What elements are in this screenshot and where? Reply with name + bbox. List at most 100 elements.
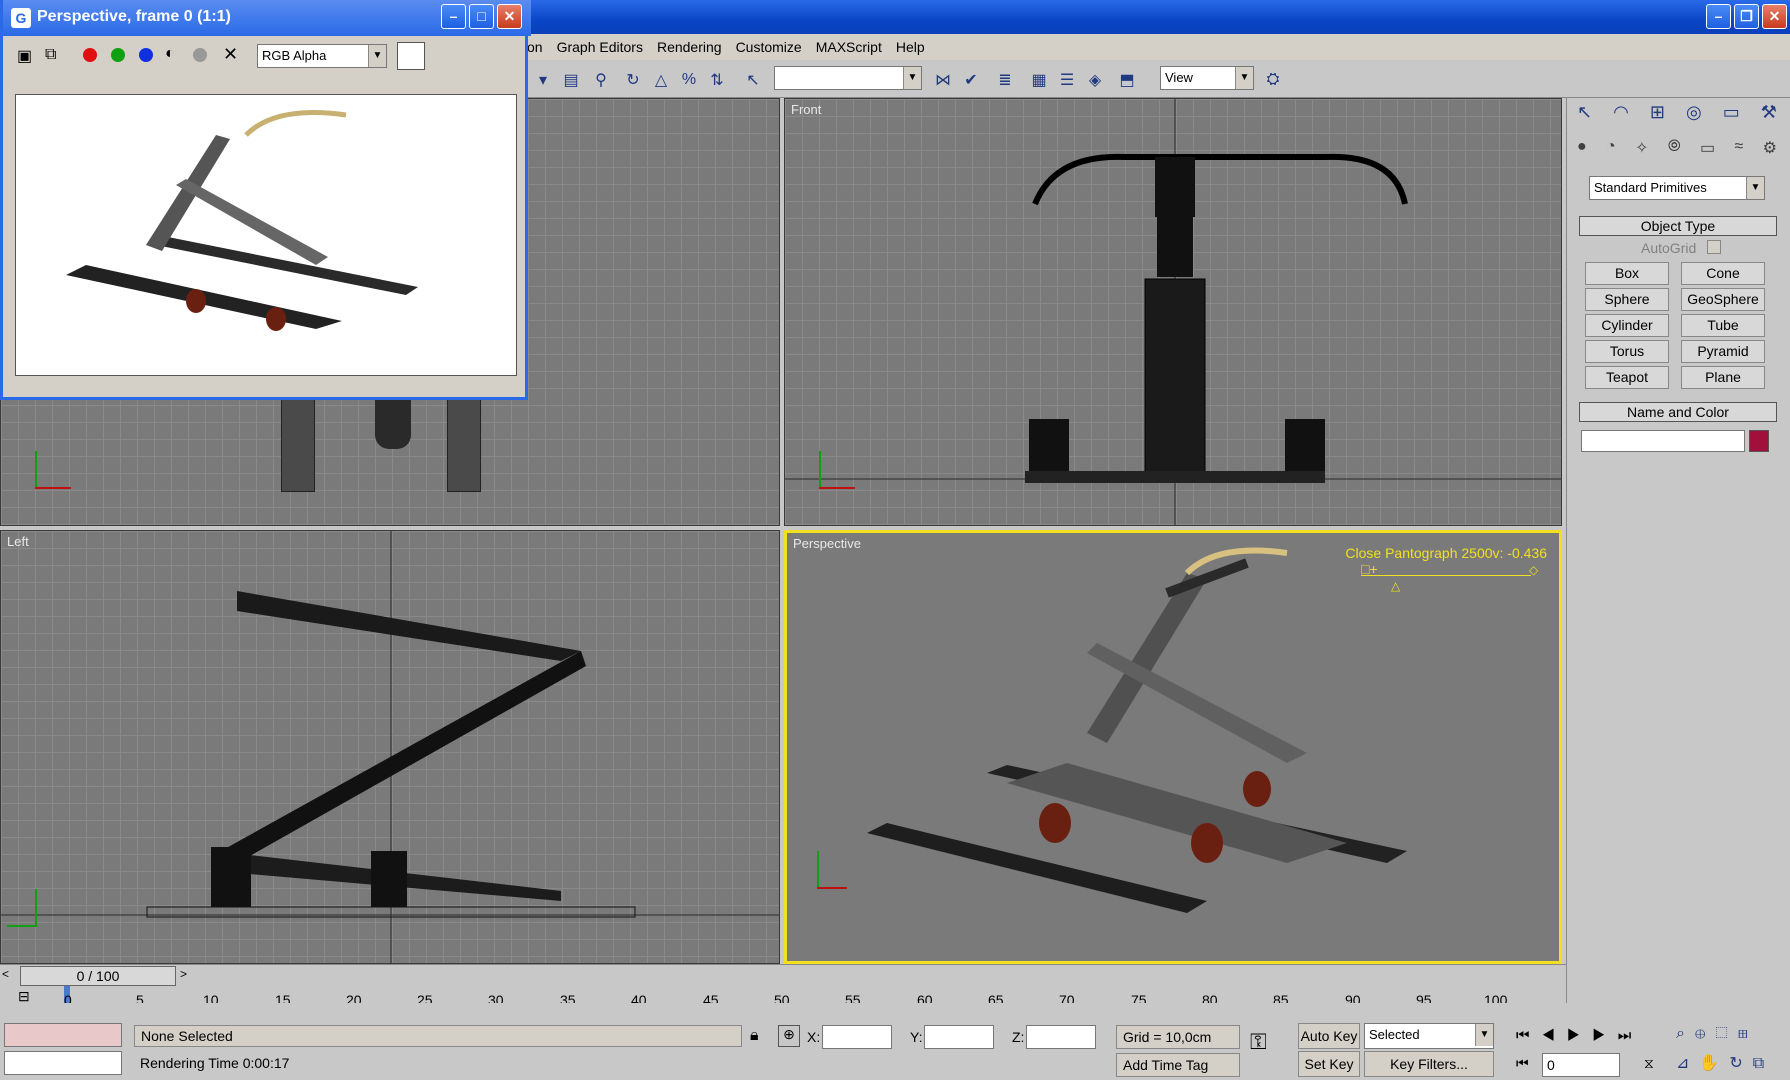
named-selection-icon[interactable]: ↖ [742,69,764,91]
schematic-icon[interactable]: ☰ [1056,69,1078,91]
systems-icon[interactable]: ⚙ [1763,138,1777,164]
zoom-extents-icon[interactable]: ⬚ [1715,1025,1737,1042]
viewport-front[interactable]: Front [784,98,1562,526]
color-swatch[interactable] [397,42,425,70]
viewport-left[interactable]: Left [0,530,780,964]
go-to-start-icon[interactable]: ⏮ [1516,1027,1542,1044]
spacewarps-icon[interactable]: ≈ [1734,138,1743,164]
next-frame-icon[interactable]: ▶ [1592,1027,1617,1044]
zoom-extents-all-icon[interactable]: ⊞ [1738,1025,1758,1042]
link-icon[interactable]: ⚲ [590,69,612,91]
percent-snap-icon[interactable]: % [678,69,700,91]
modify-tab-icon[interactable]: ◠ [1613,102,1629,130]
zoom-all-icon[interactable]: ⊕ [1695,1025,1715,1042]
menu-customize[interactable]: Customize [729,34,809,60]
add-time-tag-button[interactable]: Add Time Tag [1116,1053,1240,1077]
shapes-icon[interactable]: ◔ [1606,138,1616,164]
select-filter-icon[interactable]: ▤ [560,69,582,91]
render-setup-icon[interactable]: ⬒ [1116,69,1138,91]
lights-icon[interactable]: ✧ [1635,138,1648,164]
sphere-button[interactable]: Sphere [1585,288,1669,311]
create-tab-icon[interactable]: ↖ [1577,102,1592,130]
key-mode-combo[interactable]: Selected ▼ [1364,1023,1494,1049]
geometry-icon[interactable]: ● [1577,138,1587,164]
previous-frame-icon[interactable]: ◀ [1542,1027,1567,1044]
key-mode-toggle-icon[interactable]: ⏮ [1516,1055,1529,1072]
maximize-button[interactable]: ❐ [1734,4,1759,29]
pyramid-button[interactable]: Pyramid [1681,340,1765,363]
clone-icon[interactable]: ⧉ [45,46,56,64]
object-color-swatch[interactable] [1749,430,1769,452]
slider-right-arrow-icon[interactable]: > [180,967,187,981]
field-of-view-icon[interactable]: ⊿ [1676,1055,1699,1072]
green-channel-icon[interactable] [111,48,125,62]
absolute-mode-icon[interactable]: ⊕ [778,1025,800,1047]
blue-channel-icon[interactable] [139,48,153,62]
motion-tab-icon[interactable]: ◎ [1686,102,1702,130]
red-channel-icon[interactable] [83,48,97,62]
pan-icon[interactable]: ✋ [1699,1055,1729,1072]
viewport-perspective[interactable]: Perspective Close Pantograph 2500v: -0.4… [784,530,1562,964]
set-key-button[interactable]: Set Key [1298,1051,1360,1077]
torus-button[interactable]: Torus [1585,340,1669,363]
autogrid-checkbox[interactable] [1707,240,1721,254]
angle-snap-icon[interactable]: △ [650,69,672,91]
menu-help[interactable]: Help [889,34,932,60]
mono-icon[interactable]: ◐ [165,45,175,63]
menu-rendering[interactable]: Rendering [650,34,729,60]
layer-icon[interactable]: ≣ [994,69,1016,91]
auto-key-button[interactable]: Auto Key [1298,1023,1360,1049]
orbit-icon[interactable]: ↻ [1729,1055,1752,1072]
name-color-rollout[interactable]: Name and Color [1579,402,1777,422]
play-icon[interactable]: ▶ [1567,1027,1592,1044]
maximize-viewport-icon[interactable]: ⧉ [1753,1055,1774,1072]
key-icon[interactable]: ⚿ [1250,1029,1267,1055]
slider-left-arrow-icon[interactable]: < [2,967,9,981]
maxscript-listener-white[interactable] [4,1051,122,1075]
menu-graph-editors[interactable]: Graph Editors [550,34,650,60]
display-tab-icon[interactable]: ▭ [1723,102,1740,130]
channel-combo[interactable]: RGB Alpha ▼ [257,44,387,68]
category-combo[interactable]: Standard Primitives ▼ [1589,176,1765,200]
helpers-icon[interactable]: ▭ [1700,138,1715,164]
teapot-button[interactable]: Teapot [1585,366,1669,389]
cylinder-button[interactable]: Cylinder [1585,314,1669,337]
alpha-channel-icon[interactable] [193,48,207,62]
close-button[interactable]: ✕ [1762,4,1787,29]
spinner-snap-icon[interactable]: ⇅ [706,69,728,91]
mirror-icon[interactable]: ⋈ [932,69,954,91]
dropdown-arrow-icon[interactable]: ▾ [532,69,554,91]
object-type-rollout[interactable]: Object Type [1579,216,1777,236]
time-config-icon[interactable]: ⧖ [1644,1055,1654,1072]
cone-button[interactable]: Cone [1681,262,1765,285]
clear-icon[interactable]: ✕ [223,44,238,65]
cameras-icon[interactable]: ⦾ [1668,138,1681,164]
plane-button[interactable]: Plane [1681,366,1765,389]
hierarchy-tab-icon[interactable]: ⊞ [1650,102,1665,130]
maxscript-listener-pink[interactable] [4,1023,122,1047]
lock-icon[interactable]: 🔒︎ [750,1027,759,1045]
current-frame-input[interactable]: 0 [1542,1053,1620,1077]
zoom-icon[interactable]: ⌕ [1676,1025,1695,1042]
y-coordinate-input[interactable] [924,1025,994,1049]
curve-editor-icon[interactable]: ▦ [1028,69,1050,91]
z-coordinate-input[interactable] [1026,1025,1096,1049]
tube-button[interactable]: Tube [1681,314,1765,337]
save-icon[interactable]: ▣ [17,46,32,66]
go-to-end-icon[interactable]: ⏭ [1618,1027,1644,1044]
render-minimize-button[interactable]: – [441,4,466,29]
menu-maxscript[interactable]: MAXScript [809,34,889,60]
align-icon[interactable]: ✔ [960,69,982,91]
quick-render-icon[interactable]: ⛭ [1262,69,1284,91]
named-selection-combo[interactable]: ▼ [774,66,922,90]
render-maximize-button[interactable]: □ [469,4,494,29]
rotate-icon[interactable]: ↻ [622,69,644,91]
utilities-tab-icon[interactable]: ⚒ [1761,102,1777,130]
minimize-button[interactable]: – [1706,4,1731,29]
key-filters-button[interactable]: Key Filters... [1364,1051,1494,1077]
box-button[interactable]: Box [1585,262,1669,285]
time-slider[interactable]: 0 / 100 [20,966,176,986]
object-name-input[interactable] [1581,430,1745,452]
render-view-combo[interactable]: View ▼ [1160,66,1254,90]
render-close-button[interactable]: ✕ [497,4,522,29]
